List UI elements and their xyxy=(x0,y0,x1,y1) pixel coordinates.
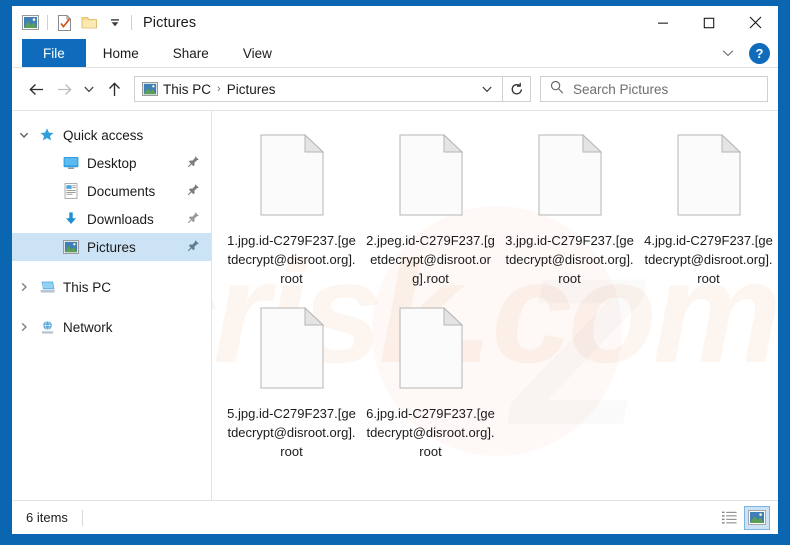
blank-document-icon xyxy=(392,125,470,225)
close-button[interactable] xyxy=(732,6,778,39)
status-divider xyxy=(81,509,83,526)
pin-icon[interactable] xyxy=(187,211,200,227)
title-bar: Pictures xyxy=(12,6,778,39)
blank-document-icon xyxy=(531,125,609,225)
window-title: Pictures xyxy=(143,14,197,31)
chevron-right-icon[interactable] xyxy=(12,282,36,292)
blank-document-icon xyxy=(392,298,470,398)
sidebar-label-this-pc: This PC xyxy=(63,279,112,295)
chevron-down-icon[interactable] xyxy=(715,41,741,65)
search-box[interactable]: Search Pictures xyxy=(540,76,768,102)
blank-document-icon xyxy=(670,125,748,225)
tab-view[interactable]: View xyxy=(226,39,289,67)
star-pin-icon xyxy=(36,127,58,143)
explorer-body: Quick access Desktop Documents Downloads… xyxy=(12,110,778,500)
toolbar-divider-2 xyxy=(131,15,132,30)
tab-file[interactable]: File xyxy=(22,39,86,67)
up-button[interactable] xyxy=(100,74,128,104)
breadcrumb-this-pc[interactable]: This PC xyxy=(163,82,211,97)
search-input[interactable]: Search Pictures xyxy=(573,82,668,97)
minimize-button[interactable] xyxy=(640,6,686,39)
pictures-icon xyxy=(60,240,82,254)
file-list-pane[interactable]: Z pcrisk.com 1.jpg.id-C279F237.[getdecry… xyxy=(212,111,778,500)
customize-dropdown-icon[interactable] xyxy=(102,11,127,35)
file-name: 5.jpg.id-C279F237.[getdecrypt@disroot.or… xyxy=(227,406,356,459)
item-count-label: 6 items xyxy=(26,510,68,525)
search-icon xyxy=(550,80,564,99)
file-item[interactable]: 1.jpg.id-C279F237.[getdecrypt@disroot.or… xyxy=(222,119,361,292)
file-name: 6.jpg.id-C279F237.[getdecrypt@disroot.or… xyxy=(366,406,495,459)
breadcrumb-separator: › xyxy=(217,83,221,95)
sidebar-item-quick-access[interactable]: Quick access xyxy=(12,121,211,149)
window-controls xyxy=(640,6,778,39)
sidebar-item-desktop[interactable]: Desktop xyxy=(12,149,211,177)
forward-button[interactable] xyxy=(50,74,78,104)
file-name: 3.jpg.id-C279F237.[getdecrypt@disroot.or… xyxy=(505,233,634,286)
documents-icon xyxy=(60,183,82,199)
recent-locations-button[interactable] xyxy=(78,74,100,104)
ribbon-tabs: File Home Share View ? xyxy=(12,39,778,68)
file-item[interactable]: 2.jpeg.id-C279F237.[getdecrypt@disroot.o… xyxy=(361,119,500,292)
navigation-pane: Quick access Desktop Documents Downloads… xyxy=(12,111,212,500)
back-button[interactable] xyxy=(22,74,50,104)
help-button[interactable]: ? xyxy=(749,42,770,64)
desktop-icon xyxy=(60,156,82,170)
sidebar-item-documents[interactable]: Documents xyxy=(12,177,211,205)
sidebar-item-pictures[interactable]: Pictures xyxy=(12,233,211,261)
sidebar-label-quick-access: Quick access xyxy=(63,127,144,143)
sidebar-item-downloads[interactable]: Downloads xyxy=(12,205,211,233)
file-name: 2.jpeg.id-C279F237.[getdecrypt@disroot.o… xyxy=(366,233,495,286)
network-icon xyxy=(36,320,58,335)
sidebar-item-this-pc[interactable]: This PC xyxy=(12,273,211,301)
navigation-bar: This PC › Pictures Search Pictures xyxy=(12,68,778,110)
pin-icon[interactable] xyxy=(187,155,200,171)
sidebar-label-desktop: Desktop xyxy=(87,155,137,171)
this-pc-icon xyxy=(36,280,58,295)
file-name: 4.jpg.id-C279F237.[getdecrypt@disroot.or… xyxy=(644,233,773,286)
file-grid: 1.jpg.id-C279F237.[getdecrypt@disroot.or… xyxy=(212,111,778,465)
status-bar: 6 items xyxy=(12,500,778,534)
downloads-icon xyxy=(60,211,82,227)
tab-share[interactable]: Share xyxy=(156,39,226,67)
file-item[interactable]: 4.jpg.id-C279F237.[getdecrypt@disroot.or… xyxy=(639,119,778,292)
blank-document-icon xyxy=(253,298,331,398)
pin-icon[interactable] xyxy=(187,183,200,199)
blank-document-icon xyxy=(253,125,331,225)
sidebar-label-network: Network xyxy=(63,319,113,335)
pictures-folder-icon xyxy=(18,11,43,35)
file-name: 1.jpg.id-C279F237.[getdecrypt@disroot.or… xyxy=(227,233,356,286)
file-item[interactable]: 6.jpg.id-C279F237.[getdecrypt@disroot.or… xyxy=(361,292,500,465)
breadcrumb-pictures-icon xyxy=(142,82,158,96)
sidebar-label-pictures: Pictures xyxy=(87,239,136,255)
file-item[interactable]: 3.jpg.id-C279F237.[getdecrypt@disroot.or… xyxy=(500,119,639,292)
large-icons-view-button[interactable] xyxy=(744,505,770,530)
tab-home[interactable]: Home xyxy=(86,39,156,67)
details-view-button[interactable] xyxy=(716,506,742,530)
properties-checkmark-icon[interactable] xyxy=(52,11,77,35)
pin-icon[interactable] xyxy=(187,239,200,255)
toolbar-divider xyxy=(47,15,48,30)
sidebar-item-network[interactable]: Network xyxy=(12,313,211,341)
chevron-right-icon[interactable] xyxy=(12,322,36,332)
quick-access-toolbar: Pictures xyxy=(12,6,196,39)
breadcrumb-pictures[interactable]: Pictures xyxy=(227,82,276,97)
explorer-window: Pictures File Home Share View ? This PC … xyxy=(12,6,778,534)
ribbon-right-controls: ? xyxy=(715,39,770,67)
sidebar-label-downloads: Downloads xyxy=(87,211,154,227)
address-bar[interactable]: This PC › Pictures xyxy=(134,76,503,102)
refresh-button[interactable] xyxy=(503,76,531,102)
sidebar-label-documents: Documents xyxy=(87,183,156,199)
chevron-down-icon[interactable] xyxy=(12,130,36,140)
file-item[interactable]: 5.jpg.id-C279F237.[getdecrypt@disroot.or… xyxy=(222,292,361,465)
address-dropdown-icon[interactable] xyxy=(476,77,498,101)
new-folder-icon[interactable] xyxy=(77,11,102,35)
maximize-button[interactable] xyxy=(686,6,732,39)
